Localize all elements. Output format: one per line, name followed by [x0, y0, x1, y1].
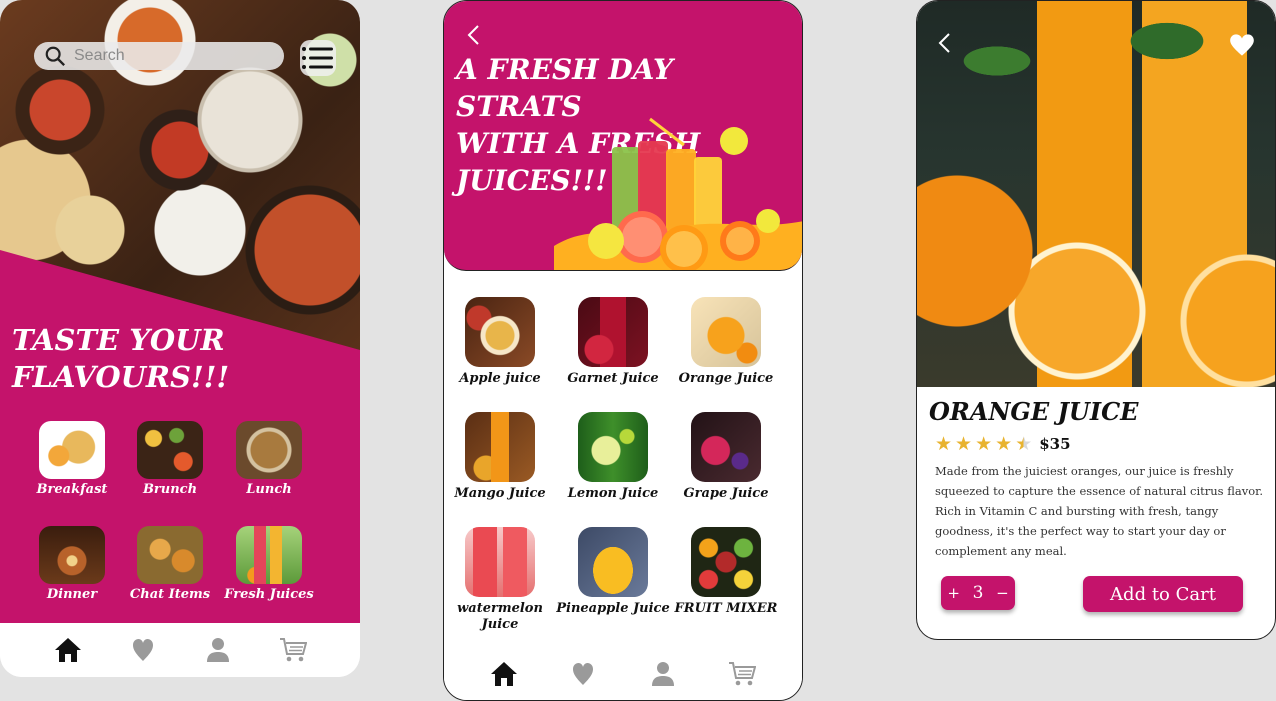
profile-icon [206, 638, 229, 662]
category-thumbnail [236, 421, 302, 479]
product-description: Made from the juiciest oranges, our juic… [935, 464, 1264, 558]
juices-screen: A FRESH DAY STRATS WITH A FRESH JUICES!!… [443, 0, 803, 701]
juice-label: Apple juice [459, 371, 541, 386]
juice-thumbnail [578, 412, 648, 482]
category-label: Brunch [142, 482, 198, 497]
juice-item-garnet[interactable]: Garnet Juice [553, 297, 673, 387]
heart-icon [573, 663, 594, 685]
home-icon [54, 638, 81, 662]
menu-button[interactable] [300, 40, 336, 76]
juice-item-orange[interactable]: Orange Juice [666, 297, 786, 387]
product-title: ORANGE JUICE [929, 397, 1139, 426]
home-screen: Search TASTE YOUR FLAVOURS!!! Breakfast … [0, 0, 360, 677]
nav-cart[interactable] [725, 657, 759, 691]
juice-label: Orange Juice [678, 371, 774, 386]
category-label: Dinner [46, 587, 98, 602]
search-bar[interactable]: Search [34, 42, 284, 70]
category-thumbnail [39, 526, 105, 584]
rating-row: ★ ★ ★ ★ ★ $35 [935, 433, 1071, 455]
category-label: Lunch [246, 482, 292, 497]
increment-button[interactable]: + [947, 584, 960, 602]
add-to-cart-button[interactable]: Add to Cart [1083, 576, 1243, 612]
search-input[interactable]: Search [74, 47, 125, 65]
nav-home[interactable] [487, 657, 521, 691]
nav-cart[interactable] [276, 633, 310, 667]
headline-line-2: FLAVOURS!!! [12, 360, 230, 394]
category-thumbnail [137, 421, 203, 479]
juice-banner: A FRESH DAY STRATS WITH A FRESH JUICES!!… [444, 1, 802, 271]
juice-label: Pineapple Juice [556, 601, 670, 616]
nav-favorites[interactable] [126, 633, 160, 667]
decrement-button[interactable]: − [996, 584, 1009, 602]
category-fresh-juices[interactable]: Fresh Juices [219, 526, 319, 602]
juice-item-mango[interactable]: Mango Juice [444, 412, 560, 502]
category-label: Chat Items [129, 587, 211, 602]
juice-item-apple[interactable]: Apple juice [444, 297, 560, 387]
bottom-nav [444, 647, 802, 700]
home-icon [490, 662, 517, 686]
juice-thumbnail [465, 412, 535, 482]
quantity-value: 3 [972, 583, 984, 603]
juice-label: watermelon Juice [457, 601, 543, 632]
juice-thumbnail [465, 527, 535, 597]
nav-profile[interactable] [646, 657, 680, 691]
half-star-icon: ★ [1015, 433, 1033, 455]
product-price: $35 [1039, 435, 1071, 453]
juice-label: Mango Juice [454, 486, 546, 501]
category-brunch[interactable]: Brunch [120, 421, 220, 497]
nav-favorites[interactable] [566, 657, 600, 691]
juice-item-fruit-mixer[interactable]: FRUIT MIXER [666, 527, 786, 617]
category-label: Fresh Juices [224, 587, 314, 602]
orange-juice-image [917, 1, 1275, 387]
juice-label: Grape Juice [683, 486, 769, 501]
category-thumbnail [236, 526, 302, 584]
chevron-left-icon[interactable] [462, 23, 486, 47]
category-thumbnail [137, 526, 203, 584]
juice-thumbnail [578, 527, 648, 597]
quantity-stepper: + 3 − [941, 576, 1015, 610]
juice-thumbnail [578, 297, 648, 367]
headline-line-1: TASTE YOUR [12, 323, 225, 357]
category-lunch[interactable]: Lunch [219, 421, 319, 497]
juice-label: Garnet Juice [567, 371, 659, 386]
list-menu-icon [302, 47, 333, 69]
nav-profile[interactable] [201, 633, 235, 667]
juice-item-pineapple[interactable]: Pineapple Juice [553, 527, 673, 617]
cart-icon [729, 662, 757, 686]
juice-thumbnail [691, 527, 761, 597]
juice-item-lemon[interactable]: Lemon Juice [553, 412, 673, 502]
category-breakfast[interactable]: Breakfast [22, 421, 122, 497]
juice-item-watermelon[interactable]: watermelon Juice [444, 527, 560, 633]
category-chat-items[interactable]: Chat Items [120, 526, 220, 602]
juice-thumbnail [691, 297, 761, 367]
nav-home[interactable] [51, 633, 85, 667]
heart-icon[interactable] [1229, 33, 1255, 57]
star-icon: ★ [995, 433, 1013, 455]
star-icon: ★ [975, 433, 993, 455]
category-dinner[interactable]: Dinner [22, 526, 122, 602]
category-thumbnail [39, 421, 105, 479]
juice-label: FRUIT MIXER [674, 601, 778, 616]
star-icon: ★ [955, 433, 973, 455]
bottom-nav [0, 623, 360, 677]
cart-icon [279, 638, 307, 662]
juice-label: Lemon Juice [567, 486, 659, 501]
category-label: Breakfast [36, 482, 108, 497]
search-icon [45, 46, 66, 67]
juice-item-grape[interactable]: Grape Juice [666, 412, 786, 502]
product-detail-screen: ORANGE JUICE ★ ★ ★ ★ ★ $35 Made from the… [916, 0, 1276, 640]
star-icon: ★ [935, 433, 953, 455]
juice-thumbnail [465, 297, 535, 367]
juice-glasses-illustration [554, 117, 802, 270]
heart-icon [132, 639, 153, 661]
chevron-left-icon[interactable] [933, 31, 957, 55]
juice-thumbnail [691, 412, 761, 482]
page-title: TASTE YOUR FLAVOURS!!! [12, 322, 229, 396]
profile-icon [651, 662, 674, 686]
